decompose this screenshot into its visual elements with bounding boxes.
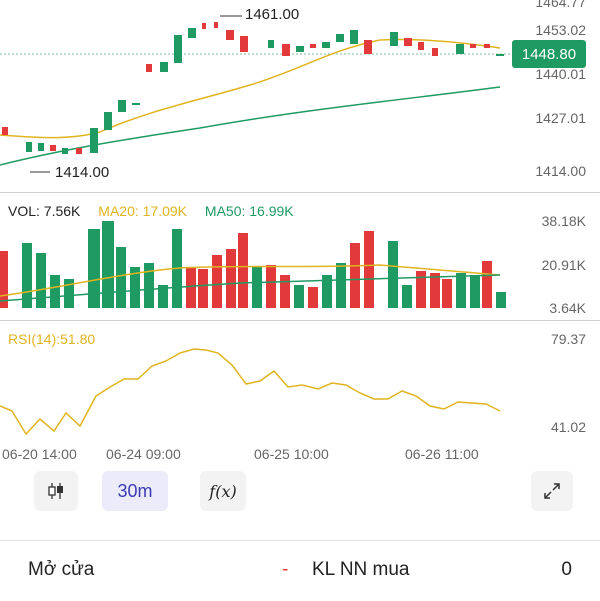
current-price-tag: 1448.80 (512, 40, 586, 68)
volume-chart[interactable]: VOL: 7.56K MA20: 17.09K MA50: 16.99K 38.… (0, 193, 600, 320)
price-axis-label-2: 1453.02 (535, 22, 586, 38)
price-axis-label-1: 1464.77 (535, 0, 586, 10)
chart-type-button[interactable] (34, 471, 78, 511)
interval-button[interactable]: 30m (102, 471, 168, 511)
volume-bars-svg (0, 221, 506, 308)
expand-button[interactable] (531, 471, 573, 511)
rsi-chart[interactable]: RSI(14):51.80 79.37 41.02 (0, 321, 600, 445)
indicator-button[interactable]: f(x) (200, 471, 246, 511)
ma-line-green (0, 86, 501, 166)
price-axis-label-5: 1414.00 (535, 163, 586, 179)
time-label-4: 06-26 11:00 (405, 446, 479, 462)
time-label-2: 06-24 09:00 (106, 446, 181, 462)
rsi-line-svg (0, 348, 501, 436)
rsi-axis-label-1: 79.37 (550, 331, 586, 347)
time-label-3: 06-25 10:00 (254, 446, 329, 462)
candlestick-icon (48, 483, 63, 499)
stock-info-row: Mở cửa - KL NN mua 0 (0, 540, 600, 601)
volume-axis-label-1: 38.18K (541, 213, 586, 229)
high-marker-label: 1461.00 (245, 6, 300, 23)
rsi-line (0, 348, 501, 436)
open-label: Mở cửa (28, 559, 95, 580)
foreign-buy-label: KL NN mua (312, 559, 410, 580)
price-axis-label-3: 1440.01 (535, 66, 586, 82)
price-chart[interactable]: 1461.00 1414.00 1464.77 1453.02 1440.01 … (0, 0, 600, 192)
expand-icon (544, 483, 560, 499)
foreign-buy-value: 0 (561, 559, 572, 580)
low-marker-label: 1414.00 (55, 164, 110, 181)
time-label-1: 06-20 14:00 (2, 446, 77, 462)
candles (2, 22, 504, 154)
open-value: - (282, 559, 289, 580)
volume-axis-label-2: 20.91K (541, 257, 586, 273)
rsi-axis-label-2: 41.02 (550, 419, 586, 435)
price-axis-label-4: 1427.01 (535, 110, 586, 126)
volume-axis-label-3: 3.64K (549, 300, 586, 316)
